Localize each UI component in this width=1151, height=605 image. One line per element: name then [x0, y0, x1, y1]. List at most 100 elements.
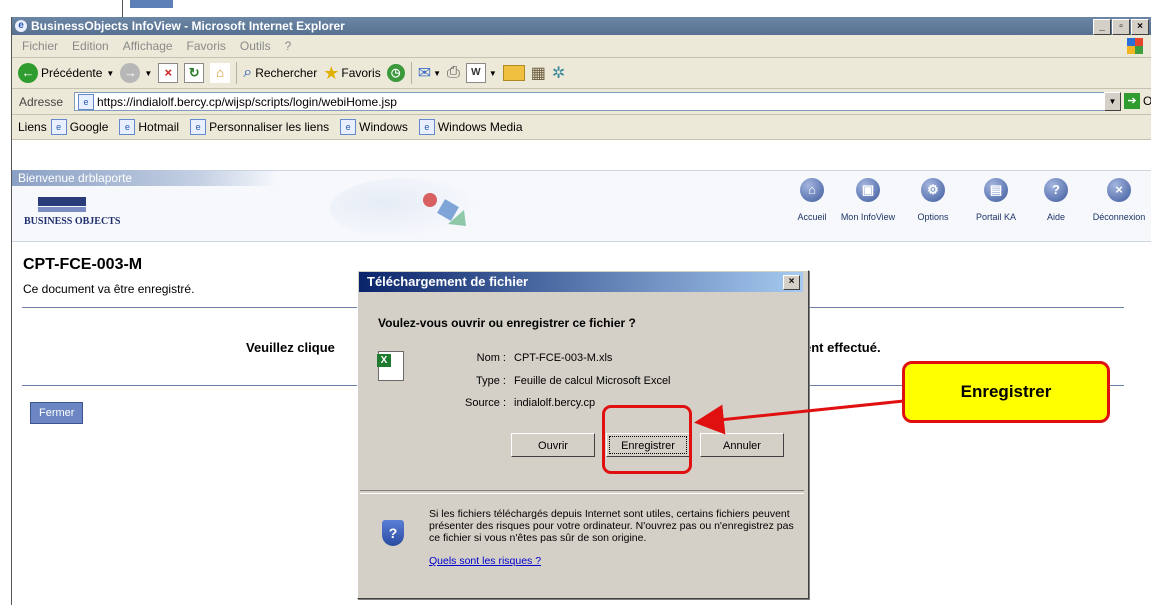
close-page-button[interactable]: Fermer: [30, 402, 84, 424]
link-windows[interactable]: e Windows: [340, 119, 408, 135]
links-label: Liens: [18, 120, 47, 134]
link-page-icon: e: [119, 119, 136, 135]
instruction-text-right: ent effectué.: [804, 340, 881, 355]
menu-tools[interactable]: Outils: [233, 39, 278, 53]
link-label: Google: [69, 120, 109, 134]
file-source-label: Source :: [465, 397, 506, 409]
menu-file[interactable]: Fichier: [12, 39, 65, 53]
nav-portal-ka[interactable]: ▤ Portail KA: [966, 178, 1026, 222]
go-button[interactable]: ➔ OK: [1124, 93, 1151, 109]
link-hotmail[interactable]: e Hotmail: [119, 119, 179, 135]
security-shield-icon: ?: [382, 520, 404, 546]
nav-my-infoview[interactable]: ▣ Mon InfoView: [838, 178, 898, 222]
nav-label: Portail KA: [975, 212, 1017, 222]
home-icon[interactable]: ⌂: [210, 63, 231, 83]
search-button[interactable]: ⌕ Rechercher: [243, 64, 317, 82]
address-dropdown-button[interactable]: ▼: [1104, 92, 1121, 111]
search-icon: ⌕: [243, 64, 253, 81]
link-page-icon: e: [50, 119, 67, 135]
chevron-down-icon: ▼: [106, 68, 115, 78]
document-title: CPT-FCE-003-M: [23, 256, 143, 273]
instruction-text-left: Veuillez clique: [246, 340, 335, 355]
go-label: OK: [1143, 94, 1151, 108]
windows-logo-icon: [1127, 38, 1143, 54]
nav-home[interactable]: ⌂ Accueil: [782, 178, 842, 222]
window-title: BusinessObjects InfoView - Microsoft Int…: [31, 19, 345, 33]
back-label: Précédente: [41, 66, 103, 80]
stop-icon[interactable]: ×: [158, 63, 179, 83]
link-label: Personnaliser les liens: [209, 120, 330, 134]
messenger-icon[interactable]: ✲: [552, 63, 565, 83]
forward-arrow-icon: →: [120, 63, 141, 83]
cancel-button[interactable]: Annuler: [700, 433, 784, 457]
address-input[interactable]: e https://indialolf.bercy.cp/wijsp/scrip…: [74, 92, 1106, 111]
file-name-value: CPT-FCE-003-M.xls: [514, 352, 613, 364]
toolbar: ← Précédente ▼ → ▼ × ↻ ⌂ ⌕ Rechercher ★ …: [12, 58, 1151, 89]
menu-help[interactable]: ?: [278, 39, 299, 53]
back-button[interactable]: ← Précédente ▼: [18, 63, 114, 83]
link-page-icon: e: [190, 119, 207, 135]
dialog-title: Téléchargement de fichier: [359, 272, 803, 292]
title-bar: e BusinessObjects InfoView - Microsoft I…: [12, 17, 1151, 35]
callout-label: Enregistrer: [902, 361, 1110, 423]
link-page-icon: e: [340, 119, 357, 135]
link-label: Hotmail: [138, 120, 180, 134]
go-arrow-icon: ➔: [1124, 93, 1140, 109]
nav-label: Options: [917, 212, 949, 222]
menu-bar: Fichier Edition Affichage Favoris Outils…: [12, 35, 1151, 58]
mail-icon: ✉: [417, 65, 432, 82]
minimize-button[interactable]: _: [1093, 19, 1111, 35]
nav-label: Accueil: [797, 212, 827, 222]
maximize-button[interactable]: ▫: [1112, 19, 1130, 35]
window-top-stub: [11, 0, 173, 17]
portal-icon: ▤: [984, 178, 1008, 202]
link-customize[interactable]: e Personnaliser les liens: [190, 119, 329, 135]
dialog-close-button[interactable]: ×: [783, 275, 800, 290]
close-window-button[interactable]: ×: [1131, 19, 1149, 35]
dialog-separator: [360, 490, 804, 494]
star-icon: ★: [323, 62, 340, 83]
ie-icon: e: [15, 20, 27, 32]
link-page-icon: e: [418, 119, 435, 135]
security-warning-text: Si les fichiers téléchargés depuis Inter…: [429, 508, 794, 544]
favorites-button[interactable]: ★ Favoris: [323, 63, 380, 84]
page-icon: e: [78, 93, 94, 110]
file-type-label: Type :: [476, 375, 506, 387]
folder-icon[interactable]: [502, 65, 525, 81]
nav-options[interactable]: ⚙ Options: [903, 178, 963, 222]
mail-button[interactable]: ✉ ▼: [418, 63, 441, 83]
nav-logout[interactable]: × Déconnexion: [1089, 178, 1149, 222]
nav-label: Aide: [1046, 212, 1065, 222]
file-name-label: Nom :: [476, 352, 506, 364]
search-label: Rechercher: [255, 66, 318, 80]
infoview-icon: ▣: [856, 178, 880, 202]
menu-edit[interactable]: Edition: [65, 39, 116, 53]
link-windows-media[interactable]: e Windows Media: [418, 119, 523, 135]
forward-button[interactable]: → ▼: [120, 63, 152, 83]
links-bar: Liens e Google e Hotmail e Personnaliser le…: [12, 115, 1151, 140]
address-url: https://indialolf.bercy.cp/wijsp/scripts…: [97, 94, 397, 109]
print-icon[interactable]: ⎙: [447, 64, 460, 82]
business-objects-logo: BUSINESS OBJECTS: [24, 197, 120, 227]
chevron-down-icon: ▼: [488, 68, 497, 78]
history-icon[interactable]: ◷: [386, 64, 405, 82]
logout-icon: ×: [1107, 178, 1131, 202]
link-google[interactable]: e Google: [50, 119, 109, 135]
research-icon[interactable]: ▦: [531, 63, 546, 83]
home-icon: ⌂: [800, 178, 824, 202]
address-label: Adresse: [19, 94, 64, 109]
nav-help[interactable]: ? Aide: [1026, 178, 1086, 222]
menu-view[interactable]: Affichage: [116, 39, 180, 53]
highlight-box: [602, 405, 692, 474]
word-icon: W: [465, 63, 486, 83]
document-subtitle: Ce document va être enregistré.: [23, 282, 195, 296]
menu-favorites[interactable]: Favoris: [180, 39, 233, 53]
dialog-question: Voulez-vous ouvrir ou enregistrer ce fic…: [378, 316, 636, 330]
options-icon: ⚙: [921, 178, 945, 202]
link-label: Windows Media: [437, 120, 523, 134]
open-button[interactable]: Ouvrir: [511, 433, 595, 457]
welcome-bar: Bienvenue drblaporte: [12, 170, 278, 186]
refresh-icon[interactable]: ↻: [184, 63, 205, 83]
edit-button[interactable]: W ▼: [465, 63, 497, 83]
risks-link[interactable]: Quels sont les risques ?: [429, 555, 541, 567]
